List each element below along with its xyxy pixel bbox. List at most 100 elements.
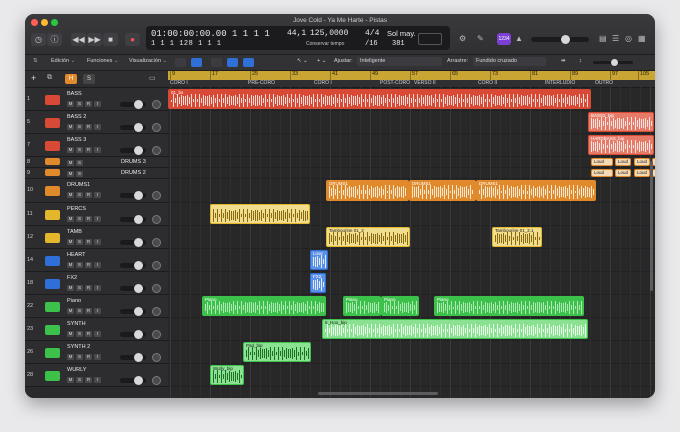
volume-fader[interactable]: [120, 330, 146, 339]
notes-icon[interactable]: ☰: [612, 34, 619, 43]
track-lane[interactable]: [168, 341, 655, 364]
track-lane[interactable]: [168, 272, 655, 295]
drag-select[interactable]: Fundido cruzado: [473, 57, 546, 66]
mute-solo-record-buttons[interactable]: MSRI: [67, 308, 103, 314]
track-header[interactable]: 23 SYNTH M S R I: [25, 318, 168, 341]
region[interactable]: Piano: [202, 296, 326, 316]
folder-icon[interactable]: ⧉: [47, 74, 52, 82]
track-lane[interactable]: [168, 249, 655, 272]
automation-button[interactable]: [211, 58, 222, 67]
catch-button[interactable]: [175, 58, 186, 67]
volume-fader[interactable]: [120, 307, 146, 316]
region[interactable]: Tambourine 01_2.1: [492, 227, 542, 247]
mute-solo-record-buttons[interactable]: MSRI: [67, 262, 103, 268]
add-track-button[interactable]: +: [31, 73, 36, 83]
tuner-icon[interactable]: ⚙: [459, 34, 466, 43]
volume-fader[interactable]: [120, 284, 146, 293]
secondary-tool-icon[interactable]: + ⌄: [317, 58, 326, 64]
master-volume-slider[interactable]: [531, 35, 589, 44]
track-header[interactable]: 8 DRUMS 3 MS: [25, 157, 168, 168]
list-icon[interactable]: ▤: [599, 34, 607, 43]
track-name[interactable]: HEART: [67, 252, 86, 258]
pan-knob[interactable]: [152, 238, 161, 247]
marker-label[interactable]: VERSO II: [414, 80, 436, 86]
region[interactable]: Loud: [615, 158, 631, 166]
marker-label[interactable]: POST-CORO: [380, 80, 410, 86]
volume-fader[interactable]: [120, 146, 146, 155]
track-lane[interactable]: [168, 111, 655, 134]
stop-button[interactable]: ■: [103, 33, 118, 46]
region[interactable]: DRUMS1: [326, 180, 409, 201]
region[interactable]: DRUMS1: [409, 180, 476, 201]
track-header[interactable]: 5 BASS 2 MSRI: [25, 111, 168, 134]
region[interactable]: Loud: [615, 169, 631, 177]
track-name[interactable]: BASS 3: [67, 137, 86, 143]
volume-fader[interactable]: [120, 238, 146, 247]
pan-knob[interactable]: [152, 100, 161, 109]
pointer-tool-icon[interactable]: ↖ ⌄: [297, 58, 308, 64]
track-name[interactable]: FX2: [67, 275, 77, 281]
ruler[interactable]: 9 17 25 33 41 49 57 65 73 81 89 97 105: [168, 71, 655, 80]
region[interactable]: 5_Hoo_bip: [322, 319, 588, 339]
pan-knob[interactable]: [152, 330, 161, 339]
marker-label[interactable]: CORO II: [478, 80, 497, 86]
hide-button[interactable]: H: [65, 74, 77, 84]
track-header[interactable]: 10 DRUMS1 M S R I: [25, 179, 168, 203]
region[interactable]: Pad_bip: [243, 342, 311, 362]
marker-label[interactable]: OUTRO: [595, 80, 613, 86]
track-lane[interactable]: [168, 157, 655, 168]
track-header[interactable]: 28 WURLY M S R I: [25, 364, 168, 387]
mute-solo-record-buttons[interactable]: MSRI: [67, 239, 103, 245]
forward-button[interactable]: ▶▶: [87, 33, 102, 46]
mute-solo-record-buttons[interactable]: MSRI: [67, 285, 103, 291]
waveform-zoom-icon[interactable]: ⇹: [561, 58, 566, 64]
region[interactable]: Loud: [591, 169, 613, 177]
marker-label[interactable]: CORO I: [170, 80, 188, 86]
vertical-scrollbar[interactable]: [650, 161, 653, 291]
track-name[interactable]: SYNTH 2: [67, 344, 90, 350]
browser-icon[interactable]: ▦: [638, 34, 646, 43]
zoom-vertical-icon[interactable]: ↕: [579, 58, 582, 64]
mute-solo-record-buttons[interactable]: MSRI: [67, 377, 103, 383]
track-header[interactable]: 26 SYNTH 2 MSRI: [25, 341, 168, 364]
region[interactable]: Wurly_bip: [210, 365, 244, 385]
region[interactable]: Tambourine 01_2: [326, 227, 410, 247]
track-lane[interactable]: [168, 226, 655, 249]
volume-fader[interactable]: [120, 376, 146, 385]
volume-fader[interactable]: [120, 191, 146, 200]
pan-knob[interactable]: [152, 284, 161, 293]
pan-knob[interactable]: [152, 307, 161, 316]
track-header[interactable]: 11 PERCS M S R I: [25, 203, 168, 226]
snap-select[interactable]: Inteligente: [357, 57, 442, 66]
mute-solo-record-buttons[interactable]: MSRI: [67, 192, 103, 198]
track-name[interactable]: DRUMS1: [67, 182, 90, 188]
pan-knob[interactable]: [152, 353, 161, 362]
region[interactable]: 01_bs: [168, 89, 591, 109]
track-header[interactable]: 1 BASS M S R I: [25, 88, 168, 111]
grid-view-button[interactable]: [191, 58, 202, 67]
region[interactable]: BASS2_bip: [588, 112, 654, 132]
region[interactable]: Loud: [634, 169, 650, 177]
mute-solo-record-buttons[interactable]: MSRI: [67, 331, 103, 337]
track-lane[interactable]: [168, 134, 655, 157]
region[interactable]: FX2: [310, 273, 326, 293]
lcd-display[interactable]: 01:00:00:00.00 1 1 1 128 1 1 1 1 1 1 1 4…: [146, 26, 450, 50]
record-button[interactable]: ●: [125, 33, 140, 46]
track-name[interactable]: SYNTH: [67, 321, 86, 327]
loop-browser-icon[interactable]: ◎: [625, 34, 632, 43]
count-in-badge[interactable]: 1234: [497, 33, 511, 45]
pan-knob[interactable]: [152, 191, 161, 200]
track-name[interactable]: TAMB: [67, 229, 82, 235]
arrange-area[interactable]: 9 17 25 33 41 49 57 65 73 81 89 97 105 CORO I PRE-COR…: [168, 71, 655, 398]
functions-menu[interactable]: Funciones ⌄: [87, 58, 119, 64]
filter-icon[interactable]: ⇅: [33, 58, 38, 64]
marker-track[interactable]: CORO I PRE-CORO CORO I POST-CORO VERSO II COR…: [168, 80, 655, 88]
smart-tempo-button[interactable]: [243, 58, 254, 67]
region[interactable]: Piano: [343, 296, 381, 316]
track-header[interactable]: 9 DRUMS 2 MS: [25, 168, 168, 179]
pan-knob[interactable]: [152, 376, 161, 385]
track-header[interactable]: 7 BASS 3 MSRI: [25, 134, 168, 157]
volume-fader[interactable]: [120, 215, 146, 224]
mute-solo-record-buttons[interactable]: MSRI: [67, 354, 103, 360]
track-name[interactable]: WURLY: [67, 367, 86, 373]
